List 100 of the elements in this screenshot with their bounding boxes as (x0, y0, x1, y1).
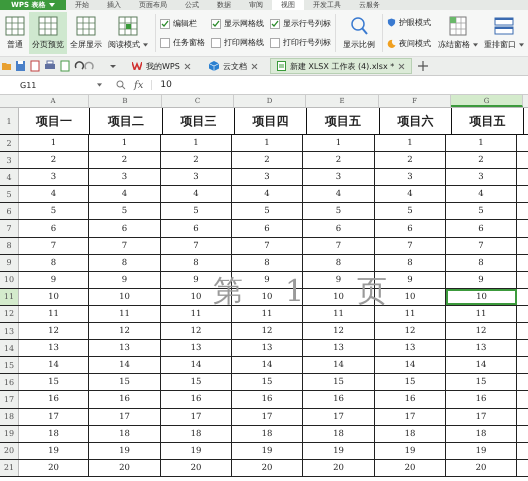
row-header[interactable]: 17 (0, 391, 19, 408)
zoom-icon[interactable] (116, 80, 126, 90)
view-mode-button[interactable]: 普通 (1, 12, 29, 54)
view-mode-button[interactable]: 全屏显示 (67, 12, 105, 54)
row-header[interactable]: 8 (0, 238, 19, 254)
checkbox[interactable]: 编辑栏 (160, 18, 205, 29)
checkbox[interactable]: 显示行号列标 (270, 18, 331, 29)
checkbox[interactable]: 显示网格线 (211, 18, 264, 29)
table-cell: 6 (446, 220, 517, 237)
table-cell: 5 (161, 203, 232, 220)
mode-button[interactable]: 护眼模式 (387, 17, 431, 28)
row-header[interactable]: 19 (0, 426, 19, 442)
close-icon[interactable] (398, 62, 406, 70)
document-tab[interactable]: 我的WPS (126, 58, 197, 74)
table-cell: 19 (375, 442, 446, 459)
row-header[interactable]: 16 (0, 374, 19, 390)
row-header[interactable]: 15 (0, 357, 19, 374)
table-cell: 2 (303, 152, 375, 168)
table-cell: 11 (19, 306, 89, 322)
table-cell: 10 (19, 288, 89, 305)
table-cell: 11 (89, 306, 161, 322)
table-cell: 5 (232, 203, 303, 220)
row-header[interactable]: 9 (0, 254, 19, 271)
row-header[interactable]: 7 (0, 220, 19, 237)
view-mode-button[interactable]: 分页预览 (29, 12, 67, 54)
row-header[interactable]: 20 (0, 442, 19, 459)
checkmark-icon (271, 20, 279, 28)
table-cell: 12 (19, 323, 89, 340)
table-cell: 6 (161, 220, 232, 237)
table-cell: 9 (89, 272, 161, 288)
table-cell: 18 (232, 426, 303, 442)
formula-field[interactable]: 10 (151, 80, 528, 90)
table-cell: 18 (375, 426, 446, 442)
table-cell: 8 (19, 254, 89, 271)
table-cell: 项目四 (235, 108, 307, 134)
table-cell: 17 (303, 408, 375, 425)
table-cell: 14 (303, 357, 375, 374)
checkbox[interactable]: 任务窗格 (160, 37, 205, 48)
table-cell: 7 (161, 238, 232, 254)
table-cell: 6 (303, 220, 375, 237)
table-cell: 17 (232, 408, 303, 425)
row-header[interactable]: 2 (0, 135, 19, 152)
document-tab[interactable]: 新建 XLSX 工作表 (4).xlsx * (270, 58, 412, 74)
table-cell: 2 (375, 152, 446, 168)
caret-icon (48, 3, 55, 7)
table-cell: 4 (19, 186, 89, 202)
checkbox[interactable]: 打印网格线 (211, 37, 264, 48)
table-cell: 13 (232, 340, 303, 356)
document-tab[interactable]: 云文档 (202, 58, 264, 74)
add-tab-icon[interactable] (418, 61, 428, 71)
mode-button[interactable]: 夜间模式 (387, 38, 431, 49)
row-header[interactable]: 14 (0, 340, 19, 356)
table-cell: 11 (161, 306, 232, 322)
table-cell: 4 (446, 186, 517, 202)
table-cell: 7 (89, 238, 161, 254)
cube-icon (208, 61, 219, 71)
row-header[interactable]: 13 (0, 323, 19, 340)
table-cell: 15 (375, 374, 446, 390)
table-cell: 10 (89, 288, 161, 305)
close-icon[interactable] (184, 62, 191, 70)
row-header[interactable]: 5 (0, 186, 19, 202)
row-header[interactable]: 3 (0, 152, 19, 168)
grid-icon (447, 16, 469, 36)
close-icon[interactable] (250, 62, 258, 70)
window-button[interactable]: 冻结窗格 (435, 12, 481, 54)
table-cell: 11 (232, 306, 303, 322)
view-mode-button[interactable]: 阅读模式 (105, 12, 151, 54)
zoom-button[interactable]: 显示比例 (340, 12, 378, 54)
table-cell: 20 (303, 460, 375, 476)
sheet-icon (117, 16, 139, 36)
table-cell: 1 (89, 135, 161, 152)
table-cell: 20 (375, 460, 446, 476)
row-header[interactable]: 12 (0, 306, 19, 322)
row-header[interactable]: 11 (0, 288, 19, 305)
row-header[interactable]: 1 (0, 108, 19, 134)
sheet-icon (75, 16, 97, 36)
sheet-file-icon (276, 61, 286, 71)
table-cell: 3 (89, 169, 161, 186)
table-cell: 3 (232, 169, 303, 186)
table-cell: 19 (303, 442, 375, 459)
table-cell: 14 (375, 357, 446, 374)
row-header[interactable]: 10 (0, 272, 19, 288)
caret-icon (519, 42, 524, 46)
row-header[interactable]: 4 (0, 169, 19, 186)
row-header[interactable]: 6 (0, 203, 19, 220)
table-cell: 15 (161, 374, 232, 390)
table-cell: 4 (232, 186, 303, 202)
row-header[interactable]: 21 (0, 460, 19, 476)
row-header[interactable]: 18 (0, 408, 19, 425)
checkbox[interactable]: 打印行号列标 (270, 37, 331, 48)
table-cell: 15 (89, 374, 161, 390)
table-cell: 2 (446, 152, 517, 168)
moon-icon (387, 39, 396, 48)
cell-reference-field[interactable]: G11 (0, 80, 108, 90)
window-button[interactable]: 重排窗口 (481, 12, 527, 54)
table-cell: 18 (161, 426, 232, 442)
function-label[interactable]: fx (134, 80, 144, 90)
table-cell: 12 (303, 323, 375, 340)
table-cell: 12 (89, 323, 161, 340)
table-cell: 3 (161, 169, 232, 186)
